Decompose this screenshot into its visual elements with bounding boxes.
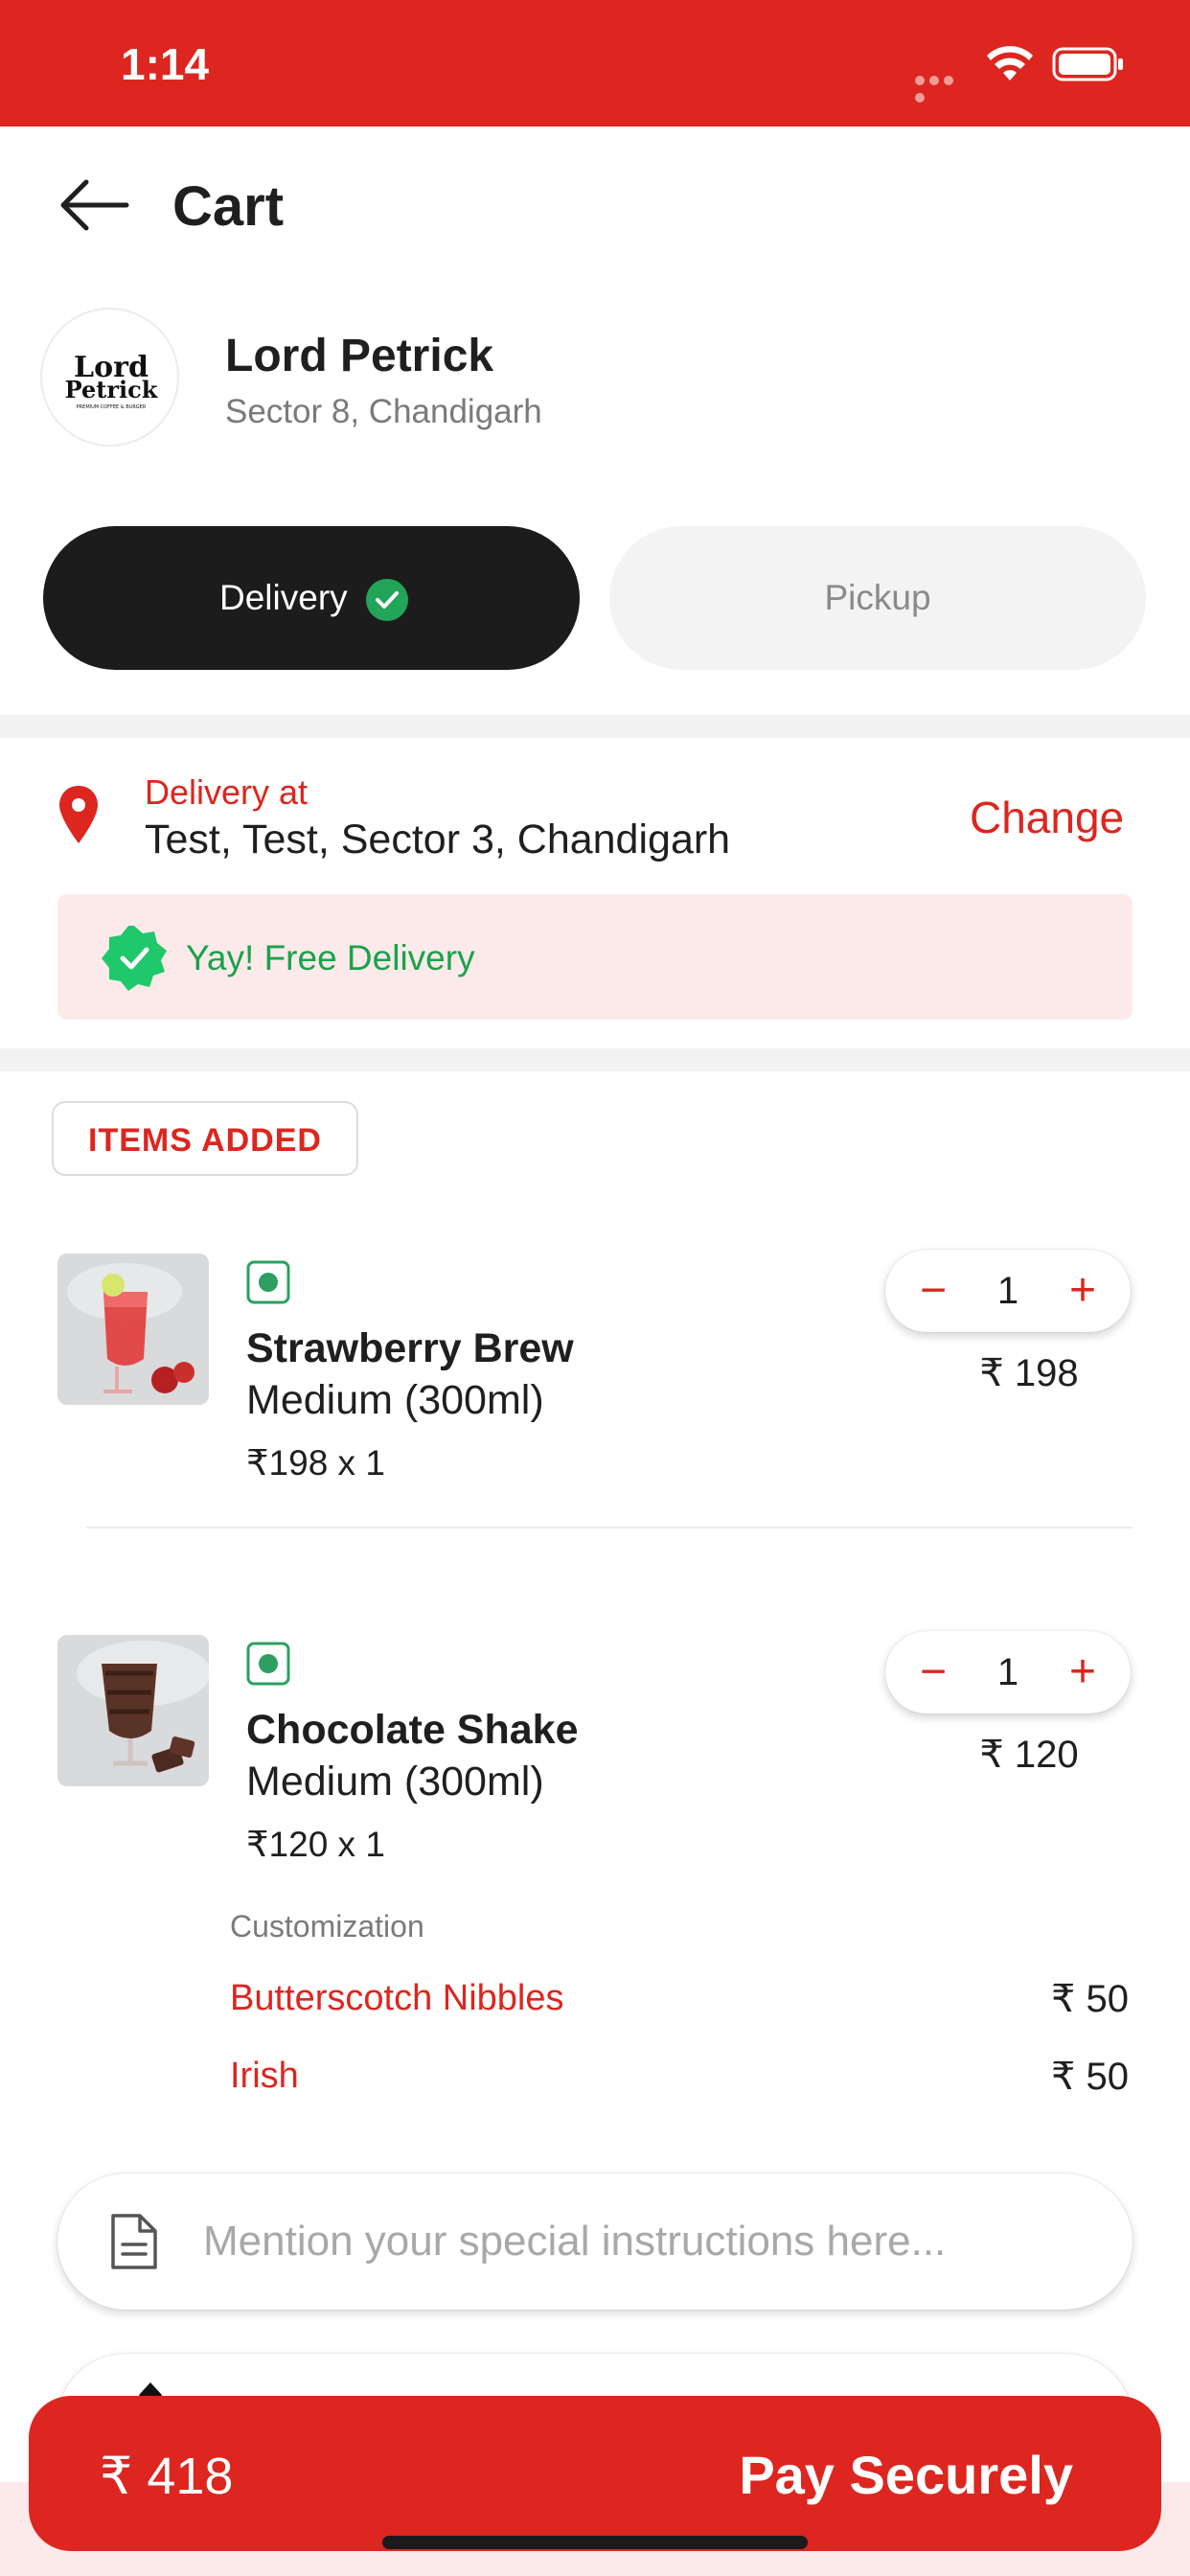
battery-icon — [1052, 47, 1123, 81]
item-unit-price: ₹120 x 1 — [246, 1825, 385, 1864]
pickup-mode-button[interactable]: Pickup — [609, 526, 1146, 670]
check-circle-icon — [366, 579, 408, 621]
delivery-address: Test, Test, Sector 3, Chandigarh — [145, 816, 731, 862]
special-instructions-field — [57, 2174, 1133, 2310]
location-pin-icon — [59, 786, 98, 843]
logo-text-line2: Petrick — [65, 376, 159, 403]
item-name: Chocolate Shake — [246, 1707, 579, 1753]
pay-securely-button[interactable]: ₹ 418 Pay Securely — [29, 2396, 1161, 2551]
free-delivery-text: Yay! Free Delivery — [186, 938, 475, 978]
item-variant: Medium (300ml) — [246, 1377, 544, 1423]
restaurant-location: Sector 8, Chandigarh — [225, 393, 542, 430]
quantity-stepper: − 1 + — [885, 1250, 1131, 1332]
decrease-quantity-button[interactable]: − — [904, 1255, 962, 1326]
item-total-price: ₹ 198 — [979, 1352, 1079, 1394]
items-added-label: ITEMS ADDED — [52, 1101, 358, 1176]
pickup-mode-label: Pickup — [824, 578, 931, 617]
restaurant-name: Lord Petrick — [225, 331, 494, 381]
items-added-text: ITEMS ADDED — [88, 1122, 322, 1159]
quantity-value: 1 — [996, 1651, 1019, 1693]
logo-tagline: PREMIUM COFFEE & BURGER — [77, 404, 147, 410]
delivery-mode-button[interactable]: Delivery — [43, 526, 580, 670]
quantity-stepper: − 1 + — [885, 1631, 1131, 1714]
veg-indicator-icon — [246, 1260, 290, 1304]
back-arrow-icon[interactable] — [57, 178, 130, 232]
home-indicator — [382, 2536, 808, 2549]
customization-label: Customization — [230, 1909, 424, 1944]
item-name: Strawberry Brew — [246, 1325, 574, 1371]
special-instructions-input[interactable] — [203, 2208, 1085, 2275]
cart-total: ₹ 418 — [100, 2448, 234, 2505]
section-divider — [0, 715, 1190, 738]
restaurant-logo: Lord Petrick PREMIUM COFFEE & BURGER — [40, 308, 179, 447]
verified-badge-icon — [102, 926, 167, 991]
wifi-icon — [987, 46, 1033, 80]
item-image-chocolate-shake — [57, 1635, 209, 1786]
customization-name: Irish — [230, 2056, 299, 2096]
item-unit-price: ₹198 x 1 — [246, 1443, 385, 1483]
item-variant: Medium (300ml) — [246, 1759, 544, 1805]
item-image-strawberry-brew — [57, 1254, 209, 1405]
document-icon — [111, 2214, 157, 2269]
customization-price: ₹ 50 — [1050, 2056, 1129, 2098]
change-address-button[interactable]: Change — [970, 792, 1124, 843]
section-divider — [0, 1048, 1190, 1071]
status-bar: 1:14 — [0, 0, 1190, 126]
quantity-value: 1 — [996, 1270, 1019, 1312]
item-total-price: ₹ 120 — [979, 1734, 1079, 1776]
decrease-quantity-button[interactable]: − — [904, 1637, 962, 1708]
increase-quantity-button[interactable]: + — [1054, 1637, 1111, 1708]
veg-indicator-icon — [246, 1642, 290, 1686]
customization-price: ₹ 50 — [1050, 1978, 1129, 2020]
increase-quantity-button[interactable]: + — [1054, 1255, 1111, 1326]
pay-securely-label: Pay Securely — [739, 2445, 1073, 2505]
customization-name: Butterscotch Nibbles — [230, 1978, 564, 2018]
delivery-heading: Delivery at — [145, 772, 309, 812]
page-title: Cart — [172, 175, 285, 238]
delivery-mode-label: Delivery — [219, 578, 348, 617]
status-time: 1:14 — [121, 39, 210, 89]
item-divider — [86, 1527, 1133, 1529]
signal-icon — [915, 73, 971, 103]
